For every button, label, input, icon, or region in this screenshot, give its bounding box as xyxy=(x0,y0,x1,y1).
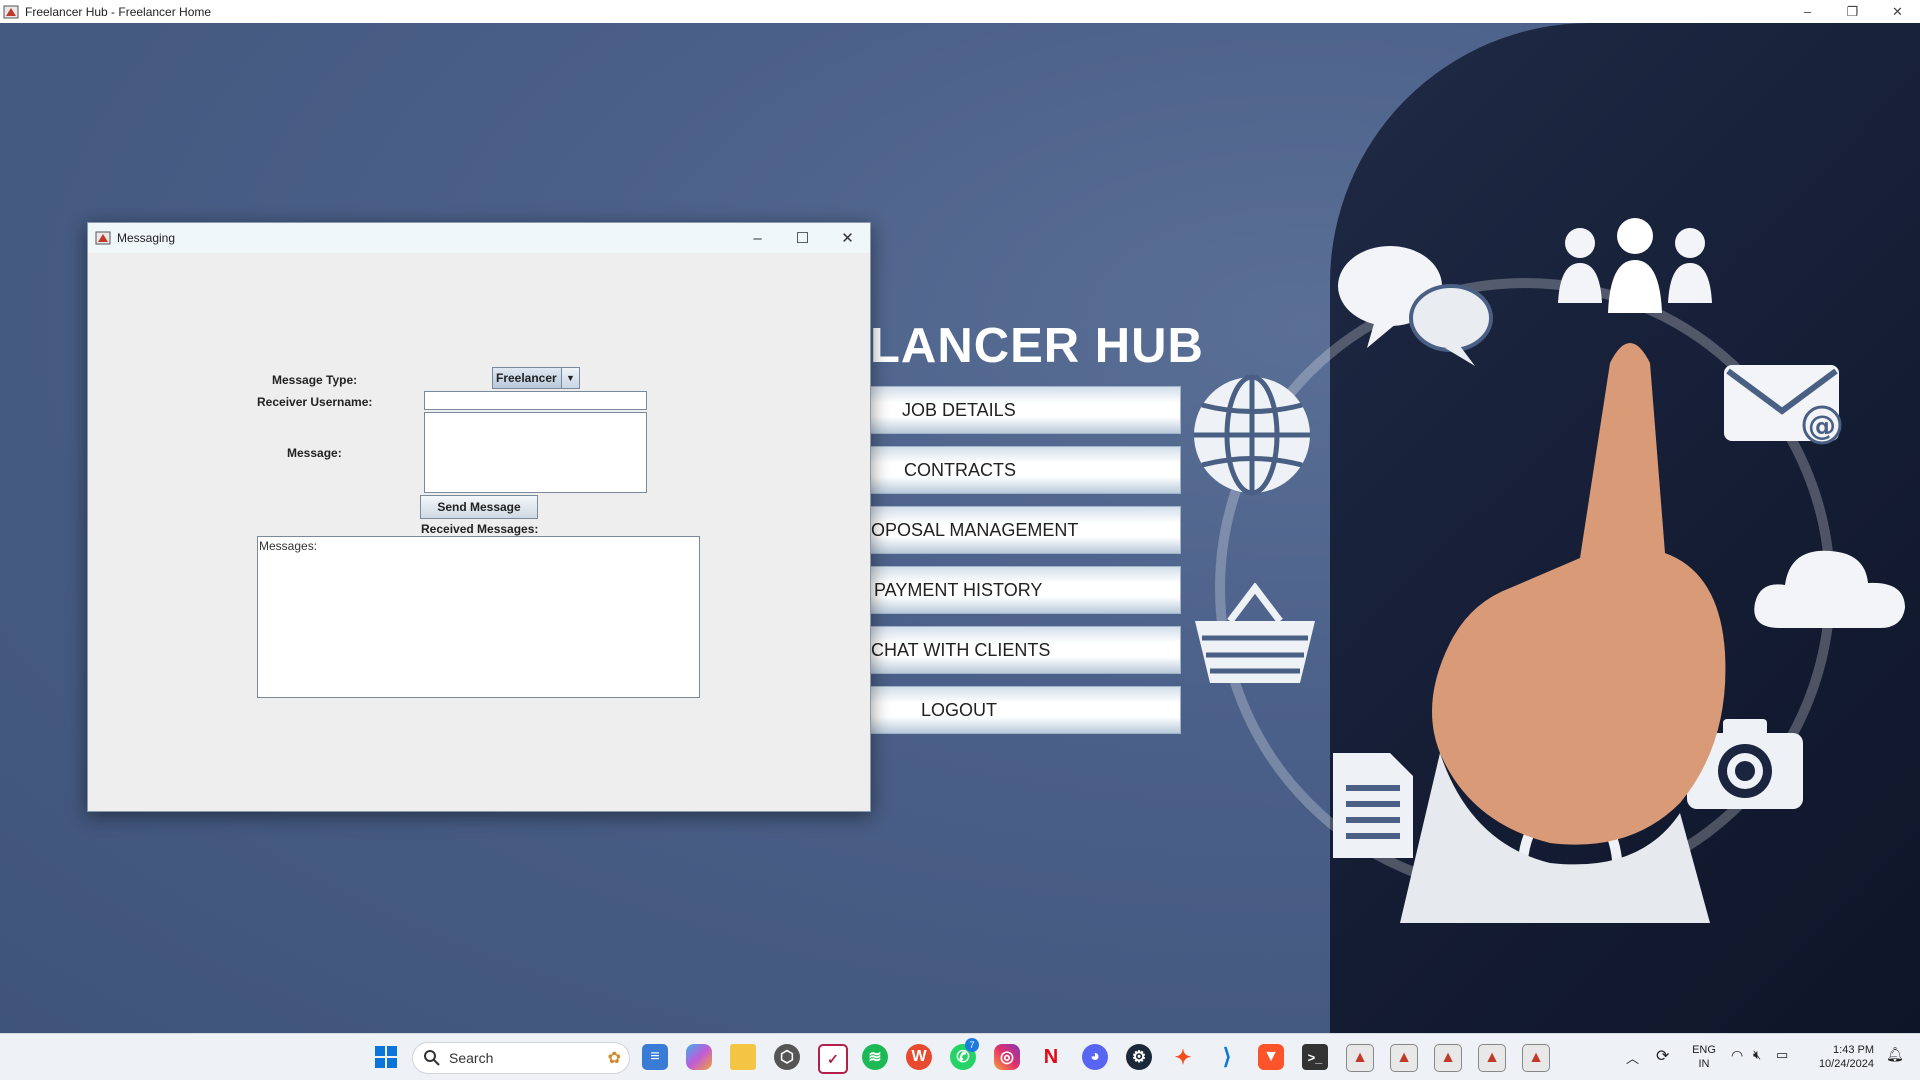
dialog-title: Messaging xyxy=(117,231,176,245)
speaker-muted-icon[interactable]: 🔇︎ xyxy=(1753,1047,1761,1063)
dialog-titlebar[interactable]: Messaging – ☐ ✕ xyxy=(88,223,870,253)
java-app-icon-4[interactable]: ▲ xyxy=(1478,1044,1506,1072)
chat-with-clients-label: CHAT WITH CLIENTS xyxy=(871,639,1051,660)
chevron-down-icon[interactable]: ▼ xyxy=(561,368,579,388)
messaging-dialog: Messaging – ☐ ✕ Message Type: Freelancer… xyxy=(87,222,871,812)
github-desktop-icon[interactable]: ⬡ xyxy=(774,1044,800,1070)
file-explorer-icon[interactable] xyxy=(730,1044,756,1070)
main-minimize-button[interactable]: – xyxy=(1785,0,1830,23)
main-window-title: Freelancer Hub - Freelancer Home xyxy=(25,4,212,19)
search-placeholder: Search xyxy=(449,1050,494,1066)
java-app-icon xyxy=(95,231,111,245)
shopping-basket-icon xyxy=(1195,583,1315,683)
send-message-label: Send Message xyxy=(437,500,521,514)
sync-icon[interactable]: ⟳ xyxy=(1656,1046,1669,1066)
email-icon: @ xyxy=(1724,365,1842,445)
dialog-minimize-button[interactable]: – xyxy=(735,223,780,253)
language-text: ENG xyxy=(1692,1044,1716,1056)
message-textarea[interactable] xyxy=(424,412,647,493)
steam-icon[interactable]: ⚙ xyxy=(1126,1044,1152,1070)
proposal-management-label: OPOSAL MANAGEMENT xyxy=(871,519,1079,540)
proposal-management-button[interactable]: OPOSAL MANAGEMENT xyxy=(868,506,1181,554)
figma-icon[interactable]: ✦ xyxy=(1170,1044,1196,1070)
vector-app-icon[interactable]: ✓ xyxy=(818,1044,848,1074)
svg-text:@: @ xyxy=(1808,409,1836,442)
instagram-icon[interactable]: ◎ xyxy=(994,1044,1020,1070)
logout-label: LOGOUT xyxy=(921,699,998,720)
notepad-icon[interactable]: ≡ xyxy=(642,1044,668,1070)
netflix-icon[interactable]: N xyxy=(1038,1044,1064,1070)
received-messages-area[interactable]: Messages: xyxy=(257,536,700,698)
main-window-titlebar: Freelancer Hub - Freelancer Home – ❐ ✕ xyxy=(0,0,1920,23)
receiver-username-label: Receiver Username: xyxy=(257,395,373,409)
users-group-icon xyxy=(1558,218,1712,313)
payment-history-label: PAYMENT HISTORY xyxy=(874,579,1043,600)
windows-start-icon[interactable] xyxy=(373,1044,399,1070)
dialog-close-button[interactable]: ✕ xyxy=(825,223,870,253)
contracts-label: CONTRACTS xyxy=(904,459,1016,480)
hub-title: LANCER HUB xyxy=(870,319,1204,373)
send-message-button[interactable]: Send Message xyxy=(420,495,538,519)
message-type-label: Message Type: xyxy=(272,373,358,387)
receiver-username-field[interactable] xyxy=(424,391,647,410)
wps-office-icon[interactable]: W xyxy=(906,1044,932,1070)
messages-text: Messages: xyxy=(259,539,318,553)
discord-icon[interactable]: ◕ xyxy=(1082,1044,1108,1070)
job-details-button[interactable]: JOB DETAILS xyxy=(868,386,1181,434)
java-app-icon-5[interactable]: ▲ xyxy=(1522,1044,1550,1072)
message-label: Message: xyxy=(287,446,342,460)
date-text: 10/24/2024 xyxy=(1818,1058,1874,1070)
taskbar-search-box[interactable]: Search ✿ xyxy=(412,1042,630,1074)
copilot-icon[interactable] xyxy=(686,1044,712,1070)
cloud-icon xyxy=(1754,550,1905,628)
logout-button[interactable]: LOGOUT xyxy=(868,686,1181,734)
language-indicator[interactable]: ENG IN xyxy=(1686,1043,1722,1071)
spotify-icon[interactable]: ≋ xyxy=(862,1044,888,1070)
search-highlight-icon: ✿ xyxy=(607,1050,621,1067)
wifi-icon[interactable]: ◠ xyxy=(1731,1047,1743,1064)
terminal-icon[interactable]: >_ xyxy=(1302,1044,1328,1070)
main-restore-button[interactable]: ❐ xyxy=(1830,0,1875,23)
message-type-dropdown[interactable]: Freelancer ▼ xyxy=(492,367,580,389)
globe-icon xyxy=(1194,374,1310,496)
java-app-icon-1[interactable]: ▲ xyxy=(1346,1044,1374,1072)
job-details-label: JOB DETAILS xyxy=(902,399,1016,420)
battery-icon[interactable]: ▭ xyxy=(1776,1047,1788,1063)
message-type-value: Freelancer xyxy=(496,371,557,385)
chevron-up-icon[interactable]: ︿ xyxy=(1626,1048,1639,1067)
notification-bell-icon[interactable]: 🔔︎ xyxy=(1886,1046,1904,1063)
vscode-icon[interactable]: ⟩ xyxy=(1214,1044,1240,1070)
taskbar: Search ✿ ≡ ⬡ ✓ ≋ W ✆ 7 ◎ N ◕ ⚙ ✦ ⟩ ▼ >_ … xyxy=(0,1033,1920,1080)
whatsapp-badge: 7 xyxy=(965,1038,979,1052)
pointing-hand-image xyxy=(1400,343,1726,923)
contracts-button[interactable]: CONTRACTS xyxy=(868,446,1181,494)
region-text: IN xyxy=(1698,1058,1710,1070)
received-messages-label: Received Messages: xyxy=(421,522,539,536)
search-icon xyxy=(424,1050,440,1066)
java-app-icon xyxy=(3,5,19,18)
time-text: 1:43 PM xyxy=(1833,1044,1874,1056)
dialog-maximize-button[interactable]: ☐ xyxy=(780,223,825,253)
clock[interactable]: 1:43 PM 10/24/2024 xyxy=(1806,1043,1874,1071)
chat-with-clients-button[interactable]: CHAT WITH CLIENTS xyxy=(868,626,1181,674)
java-app-icon-2[interactable]: ▲ xyxy=(1390,1044,1418,1072)
main-close-button[interactable]: ✕ xyxy=(1875,0,1920,23)
payment-history-button[interactable]: PAYMENT HISTORY xyxy=(868,566,1181,614)
brave-icon[interactable]: ▼ xyxy=(1258,1044,1284,1070)
java-app-icon-3[interactable]: ▲ xyxy=(1434,1044,1462,1072)
